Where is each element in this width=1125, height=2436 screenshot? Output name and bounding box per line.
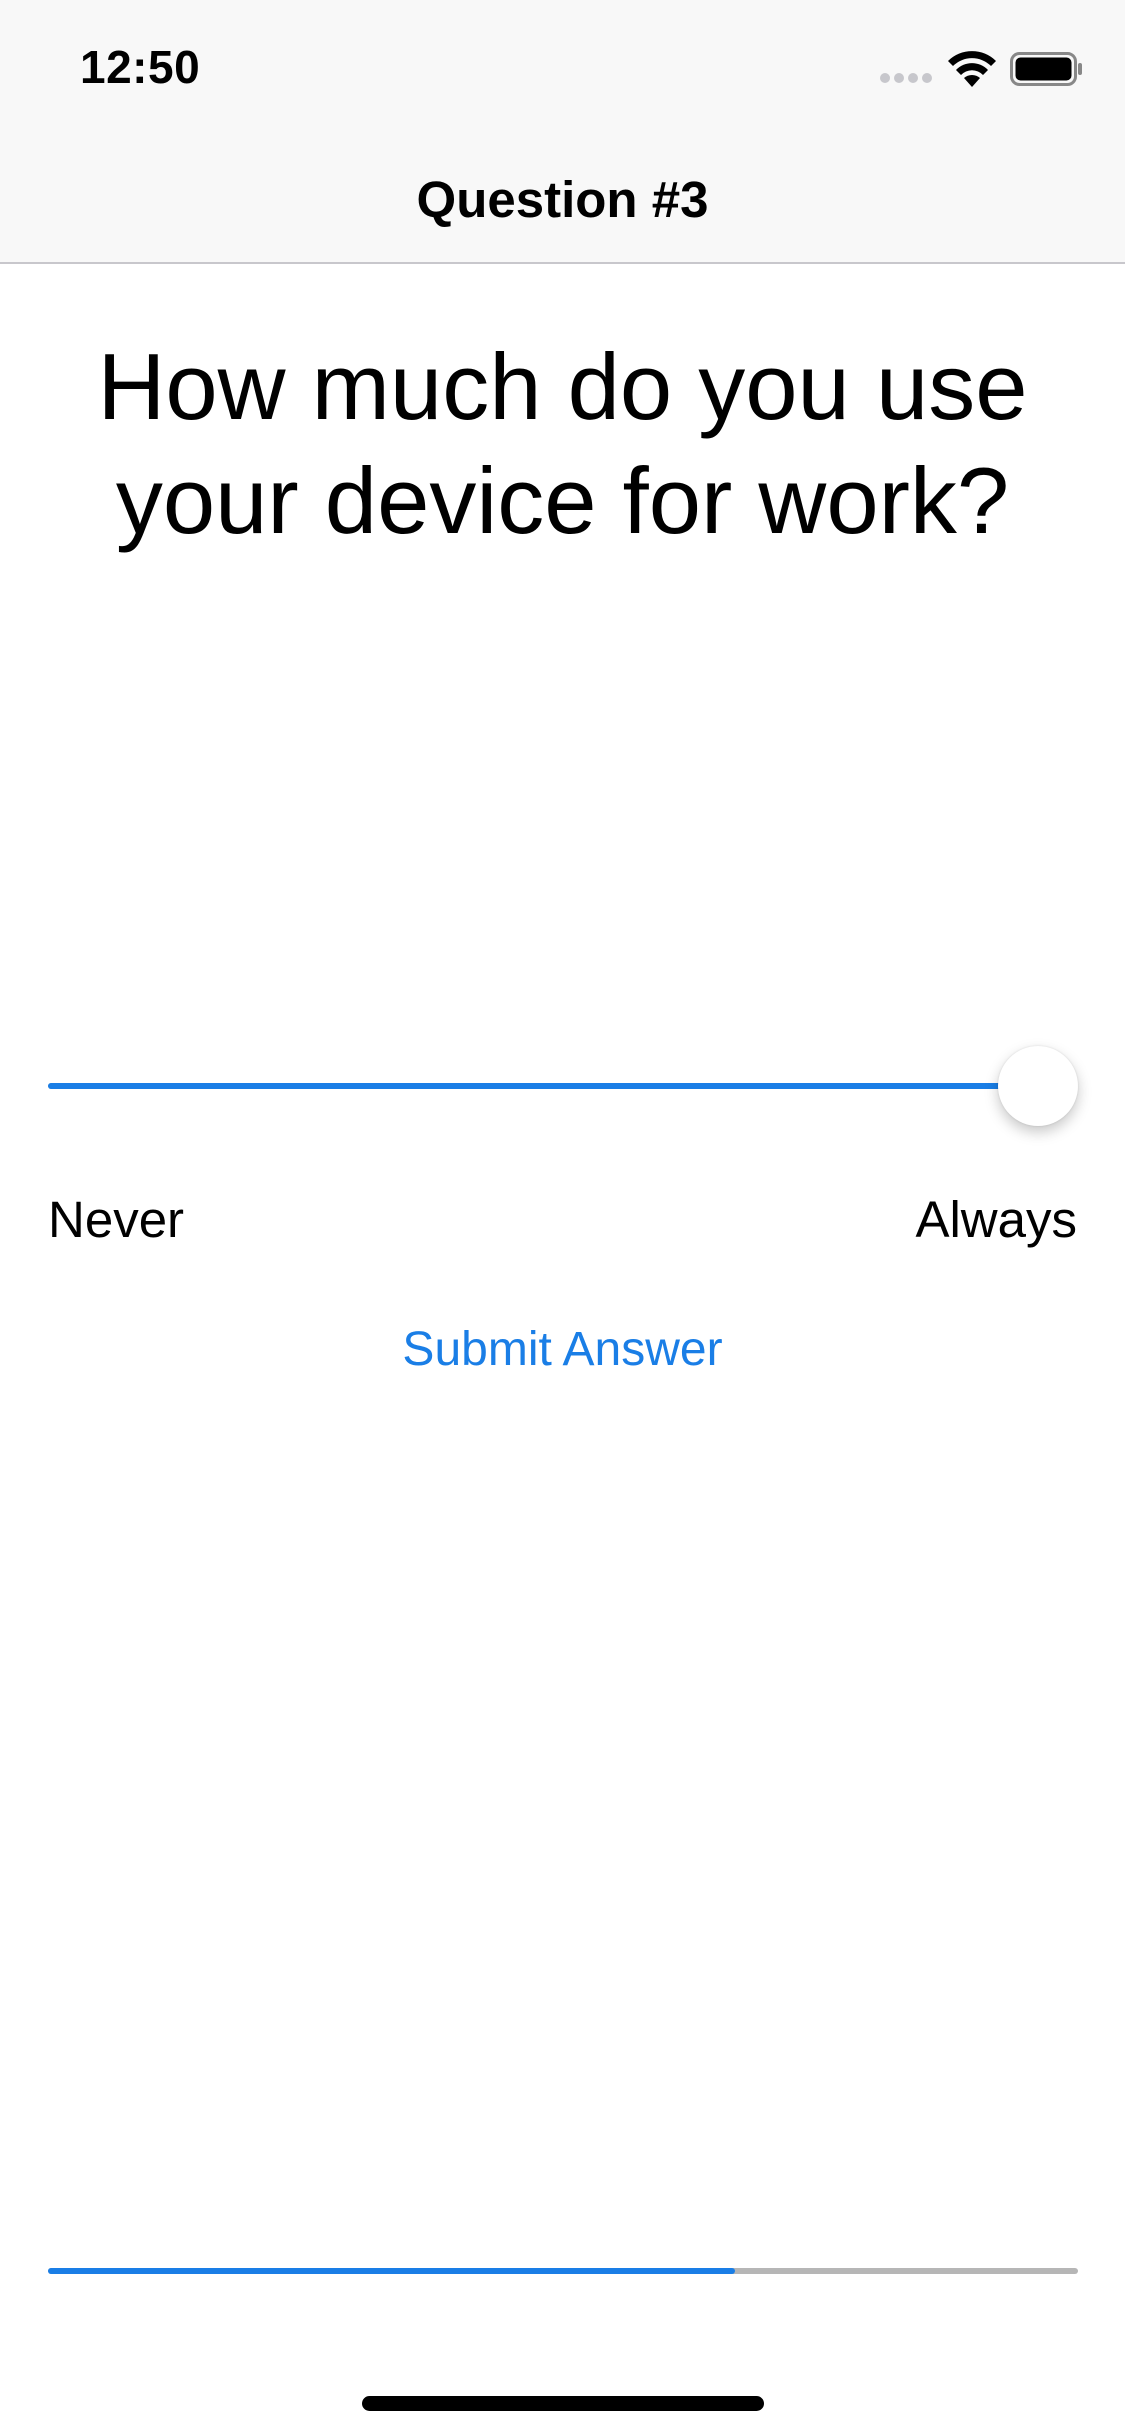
home-indicator[interactable] xyxy=(362,2396,764,2411)
screen: 12:50 Question #3 How much do you use yo… xyxy=(0,0,1125,2436)
quiz-progress-bar xyxy=(48,2268,1078,2274)
battery-icon xyxy=(1010,52,1082,86)
answer-slider[interactable] xyxy=(48,1030,1078,1140)
cellular-signal-icon xyxy=(880,73,934,83)
slider-min-label: Never xyxy=(48,1191,185,1248)
slider-thumb[interactable] xyxy=(998,1046,1078,1126)
submit-answer-button[interactable]: Submit Answer xyxy=(0,1322,1125,1377)
slider-max-label: Always xyxy=(915,1191,1077,1248)
navigation-bar: Question #3 xyxy=(0,132,1125,264)
question-text: How much do you use your device for work… xyxy=(97,334,1028,553)
wifi-icon xyxy=(948,51,996,87)
status-bar: 12:50 xyxy=(0,0,1125,132)
status-time: 12:50 xyxy=(80,41,201,93)
progress-fill xyxy=(48,2268,735,2274)
page-title: Question #3 xyxy=(416,171,709,228)
slider-fill xyxy=(48,1083,1038,1089)
